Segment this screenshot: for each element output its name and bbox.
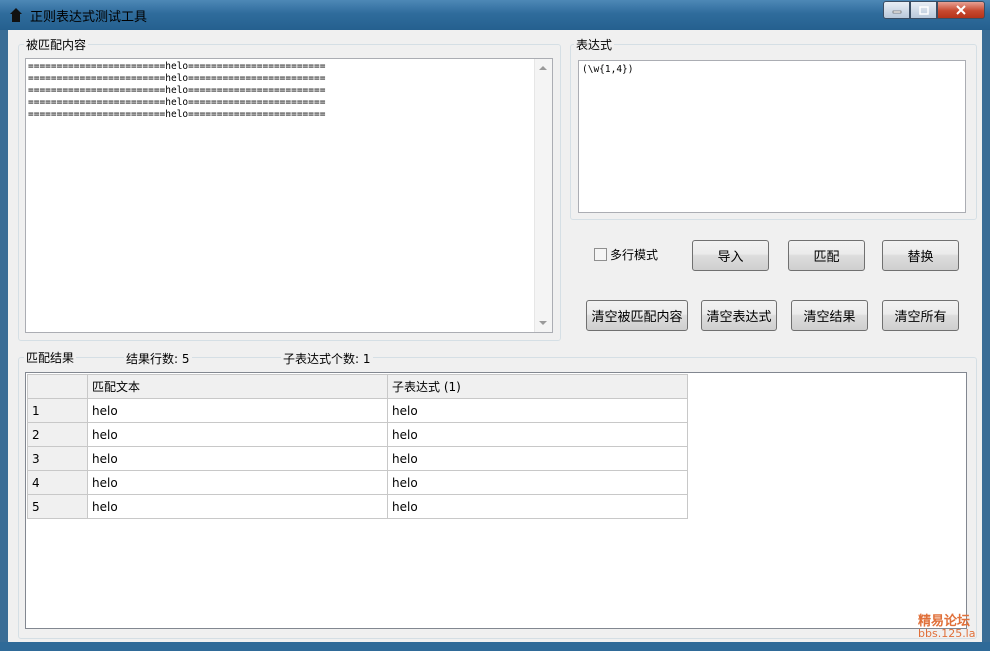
source-label: 被匹配内容 xyxy=(24,36,89,53)
caption-buttons xyxy=(883,1,985,20)
row-number: 2 xyxy=(27,422,88,447)
title-bar: 正则表达式测试工具 xyxy=(0,0,990,30)
minimize-button[interactable] xyxy=(883,1,910,19)
cell-match-text[interactable]: helo xyxy=(87,446,388,471)
table-row[interactable]: 4 helo helo xyxy=(27,470,688,495)
multiline-option[interactable]: 多行模式 xyxy=(594,246,658,263)
cell-subexpression[interactable]: helo xyxy=(387,422,688,447)
cell-subexpression[interactable]: helo xyxy=(387,494,688,519)
header-subexpression-1[interactable]: 子表达式 (1) xyxy=(387,374,688,399)
results-table: 匹配文本 子表达式 (1) 1 helo helo 2 helo helo 3 … xyxy=(27,374,688,519)
multiline-checkbox[interactable] xyxy=(594,248,607,261)
multiline-label: 多行模式 xyxy=(610,248,659,262)
source-line: ========================helo============… xyxy=(28,97,326,108)
cell-match-text[interactable]: helo xyxy=(87,494,388,519)
window-bottom-border xyxy=(0,642,990,651)
expression-textarea[interactable]: (\w{1,4}) xyxy=(578,60,966,213)
app-window: 正则表达式测试工具 被匹配内容 ========================… xyxy=(0,0,990,651)
cell-subexpression[interactable]: helo xyxy=(387,470,688,495)
close-icon xyxy=(956,5,966,15)
table-row[interactable]: 1 helo helo xyxy=(27,398,688,423)
import-button[interactable]: 导入 xyxy=(692,240,769,271)
cell-subexpression[interactable]: helo xyxy=(387,446,688,471)
clear-all-button[interactable]: 清空所有 xyxy=(882,300,959,331)
results-grid[interactable]: 匹配文本 子表达式 (1) 1 helo helo 2 helo helo 3 … xyxy=(25,372,967,629)
cell-subexpression[interactable]: helo xyxy=(387,398,688,423)
window-title: 正则表达式测试工具 xyxy=(30,10,148,25)
source-line: ========================helo============… xyxy=(28,61,326,72)
result-row-count: 结果行数: 5 xyxy=(124,350,192,367)
source-line: ========================helo============… xyxy=(28,73,326,84)
cell-match-text[interactable]: helo xyxy=(87,422,388,447)
source-line: ========================helo============… xyxy=(28,109,326,120)
table-row[interactable]: 3 helo helo xyxy=(27,446,688,471)
clear-source-button[interactable]: 清空被匹配内容 xyxy=(586,300,688,331)
source-text: ========================helo============… xyxy=(28,61,325,121)
table-row[interactable]: 5 helo helo xyxy=(27,494,688,519)
row-number: 4 xyxy=(27,470,88,495)
maximize-button[interactable] xyxy=(910,1,937,19)
header-rownum xyxy=(27,374,88,399)
scroll-up-icon[interactable] xyxy=(539,66,547,70)
close-button[interactable] xyxy=(937,1,985,19)
table-header-row: 匹配文本 子表达式 (1) xyxy=(27,374,688,399)
source-textarea[interactable]: ========================helo============… xyxy=(25,58,553,333)
subexpression-count: 子表达式个数: 1 xyxy=(281,350,373,367)
clear-result-button[interactable]: 清空结果 xyxy=(791,300,868,331)
table-row[interactable]: 2 helo helo xyxy=(27,422,688,447)
replace-button[interactable]: 替换 xyxy=(882,240,959,271)
app-icon xyxy=(10,8,22,22)
match-button[interactable]: 匹配 xyxy=(788,240,865,271)
watermark-url: bbs.125.la xyxy=(918,627,976,640)
cell-match-text[interactable]: helo xyxy=(87,470,388,495)
cell-match-text[interactable]: helo xyxy=(87,398,388,423)
row-number: 3 xyxy=(27,446,88,471)
expression-text: (\w{1,4}) xyxy=(582,64,634,75)
expression-label: 表达式 xyxy=(574,36,615,53)
minimize-icon xyxy=(892,10,901,14)
source-line: ========================helo============… xyxy=(28,85,326,96)
header-match-text[interactable]: 匹配文本 xyxy=(87,374,388,399)
scroll-down-icon[interactable] xyxy=(539,321,547,325)
row-number: 5 xyxy=(27,494,88,519)
clear-expression-button[interactable]: 清空表达式 xyxy=(701,300,777,331)
row-number: 1 xyxy=(27,398,88,423)
results-label: 匹配结果 xyxy=(24,349,77,366)
maximize-icon xyxy=(918,5,929,15)
source-scrollbar[interactable] xyxy=(534,59,552,332)
